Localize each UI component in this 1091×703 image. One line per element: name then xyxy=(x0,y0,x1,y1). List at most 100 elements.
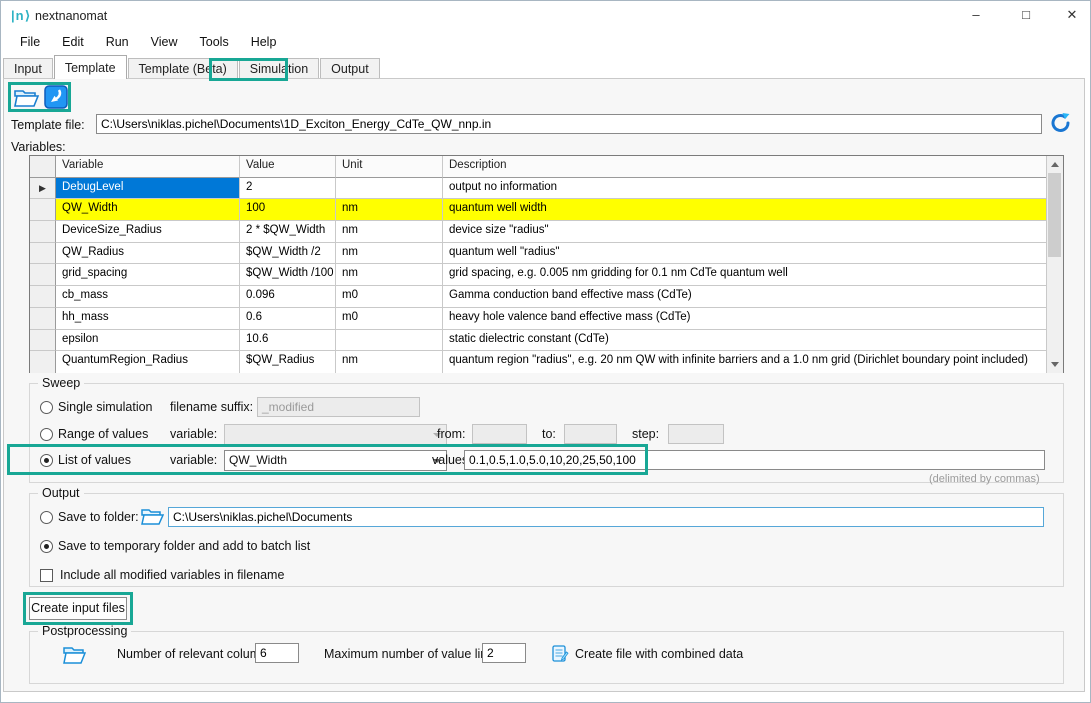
menu-run[interactable]: Run xyxy=(95,31,140,55)
close-icon[interactable]: ✕ xyxy=(1057,3,1087,27)
column-header-variable[interactable]: Variable xyxy=(56,156,240,178)
save-to-folder-label: Save to folder: xyxy=(58,510,139,524)
table-cell-unit[interactable]: m0 xyxy=(336,308,443,330)
table-corner xyxy=(30,156,56,178)
menu-file[interactable]: File xyxy=(9,31,51,55)
table-cell-value[interactable]: 2 xyxy=(240,178,336,200)
maximize-icon[interactable]: □ xyxy=(1011,3,1041,27)
column-header-unit[interactable]: Unit xyxy=(336,156,443,178)
row-selector-arrow-icon[interactable]: ▶ xyxy=(30,178,56,200)
minimize-icon[interactable]: – xyxy=(961,3,991,27)
value-lines-label: Maximum number of value lines: xyxy=(324,647,504,661)
table-cell-unit[interactable] xyxy=(336,330,443,352)
table-cell-variable[interactable]: grid_spacing xyxy=(56,264,240,286)
value-lines-input[interactable]: 2 xyxy=(482,643,526,663)
row-header[interactable] xyxy=(30,351,56,373)
table-cell-value[interactable]: 0.6 xyxy=(240,308,336,330)
table-cell-description[interactable]: output no information xyxy=(443,178,1046,200)
table-cell-unit[interactable]: m0 xyxy=(336,286,443,308)
postprocessing-folder-icon[interactable] xyxy=(62,644,86,666)
column-header-value[interactable]: Value xyxy=(240,156,336,178)
table-cell-description[interactable]: Gamma conduction band effective mass (Cd… xyxy=(443,286,1046,308)
list-of-values-radio[interactable] xyxy=(40,454,53,467)
from-input[interactable] xyxy=(472,424,527,444)
range-variable-select[interactable] xyxy=(224,424,447,445)
table-cell-variable[interactable]: cb_mass xyxy=(56,286,240,308)
table-cell-unit[interactable]: nm xyxy=(336,264,443,286)
table-cell-unit[interactable]: nm xyxy=(336,243,443,265)
step-input[interactable] xyxy=(668,424,724,444)
refresh-icon[interactable] xyxy=(1049,111,1073,135)
table-cell-unit[interactable]: nm xyxy=(336,199,443,221)
to-input[interactable] xyxy=(564,424,617,444)
row-header[interactable] xyxy=(30,286,56,308)
output-folder-input[interactable]: C:\Users\niklas.pichel\Documents xyxy=(168,507,1044,527)
save-to-folder-radio[interactable] xyxy=(40,511,53,524)
table-cell-unit[interactable]: nm xyxy=(336,351,443,373)
relevant-column-input[interactable]: 6 xyxy=(255,643,299,663)
table-cell-unit[interactable]: nm xyxy=(336,221,443,243)
combined-data-label[interactable]: Create file with combined data xyxy=(575,647,743,661)
row-header[interactable] xyxy=(30,199,56,221)
table-cell-description[interactable]: quantum region "radius", e.g. 20 nm QW w… xyxy=(443,351,1046,373)
row-header[interactable] xyxy=(30,243,56,265)
table-cell-value[interactable]: 10.6 xyxy=(240,330,336,352)
table-cell-value[interactable]: $QW_Radius xyxy=(240,351,336,373)
browse-folder-icon[interactable] xyxy=(140,505,164,527)
save-temporary-radio[interactable] xyxy=(40,540,53,553)
tab-output[interactable]: Output xyxy=(320,58,380,79)
scrollbar-thumb[interactable] xyxy=(1048,173,1061,257)
table-cell-description[interactable]: device size "radius" xyxy=(443,221,1046,243)
table-cell-variable[interactable]: DebugLevel xyxy=(56,178,240,200)
range-of-values-radio[interactable] xyxy=(40,428,53,441)
menu-tools[interactable]: Tools xyxy=(189,31,240,55)
create-input-files-button[interactable]: Create input files xyxy=(29,597,127,620)
table-cell-value[interactable]: 100 xyxy=(240,199,336,221)
table-scrollbar[interactable] xyxy=(1046,156,1063,373)
tab-simulation[interactable]: Simulation xyxy=(239,58,319,79)
table-cell-variable[interactable]: DeviceSize_Radius xyxy=(56,221,240,243)
output-legend: Output xyxy=(38,486,84,500)
table-cell-value[interactable]: 2 * $QW_Width xyxy=(240,221,336,243)
apply-template-import-icon[interactable] xyxy=(43,85,70,109)
nextnano-logo-icon: |n⟩ xyxy=(11,8,32,24)
template-file-input[interactable]: C:\Users\niklas.pichel\Documents\1D_Exci… xyxy=(96,114,1042,134)
row-header[interactable] xyxy=(30,264,56,286)
scrollbar-up-icon[interactable] xyxy=(1047,156,1063,173)
table-cell-value[interactable]: 0.096 xyxy=(240,286,336,308)
app-window: |n⟩ nextnanomat – □ ✕ File Edit Run View… xyxy=(0,0,1091,703)
table-cell-variable[interactable]: QW_Width xyxy=(56,199,240,221)
list-variable-select[interactable]: QW_Width xyxy=(224,450,447,471)
row-header[interactable] xyxy=(30,221,56,243)
values-input[interactable]: 0.1,0.5,1.0,5.0,10,20,25,50,100 xyxy=(464,450,1045,470)
table-cell-variable[interactable]: QW_Radius xyxy=(56,243,240,265)
table-cell-unit[interactable] xyxy=(336,178,443,200)
template-file-label: Template file: xyxy=(11,118,85,132)
open-template-folder-icon[interactable] xyxy=(13,85,40,109)
table-cell-variable[interactable]: epsilon xyxy=(56,330,240,352)
row-header[interactable] xyxy=(30,330,56,352)
table-cell-description[interactable]: static dielectric constant (CdTe) xyxy=(443,330,1046,352)
table-cell-description[interactable]: grid spacing, e.g. 0.005 nm gridding for… xyxy=(443,264,1046,286)
range-of-values-label: Range of values xyxy=(58,427,148,441)
table-cell-variable[interactable]: QuantumRegion_Radius xyxy=(56,351,240,373)
include-variables-checkbox[interactable] xyxy=(40,569,53,582)
tab-input[interactable]: Input xyxy=(3,58,53,79)
table-cell-value[interactable]: $QW_Width /100 xyxy=(240,264,336,286)
table-cell-description[interactable]: quantum well width xyxy=(443,199,1046,221)
row-header[interactable] xyxy=(30,308,56,330)
combined-data-file-icon[interactable] xyxy=(552,645,569,662)
menu-help[interactable]: Help xyxy=(240,31,288,55)
menu-view[interactable]: View xyxy=(140,31,189,55)
table-cell-description[interactable]: heavy hole valence band effective mass (… xyxy=(443,308,1046,330)
filename-suffix-input[interactable]: _modified xyxy=(257,397,420,417)
table-cell-variable[interactable]: hh_mass xyxy=(56,308,240,330)
tab-template[interactable]: Template xyxy=(54,55,127,79)
scrollbar-down-icon[interactable] xyxy=(1047,356,1063,373)
table-cell-description[interactable]: quantum well "radius" xyxy=(443,243,1046,265)
column-header-description[interactable]: Description xyxy=(443,156,1046,178)
single-simulation-radio[interactable] xyxy=(40,401,53,414)
tab-template-beta[interactable]: Template (Beta) xyxy=(128,58,238,79)
table-cell-value[interactable]: $QW_Width /2 xyxy=(240,243,336,265)
menu-edit[interactable]: Edit xyxy=(51,31,95,55)
